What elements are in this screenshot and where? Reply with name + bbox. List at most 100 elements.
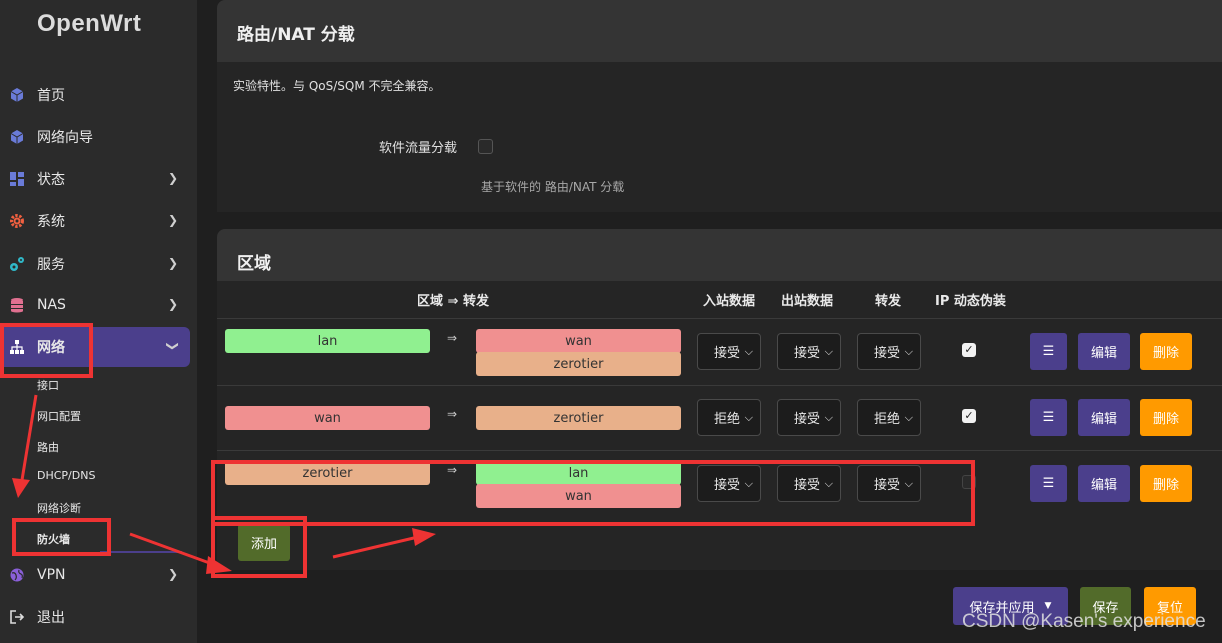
cube-icon [9, 87, 25, 103]
header-output: 出站数据 [781, 294, 834, 309]
software-offload-label: 软件流量分载 [379, 141, 458, 156]
offload-card-header: 路由/NAT 分载 [217, 0, 1222, 62]
forward-policy-select[interactable]: 接受 ⌵ [857, 465, 921, 502]
delete-button[interactable]: 删除 [1140, 465, 1192, 502]
nav-logout[interactable]: 退出 [0, 597, 190, 637]
forward-policy-select[interactable]: 拒绝 ⌵ [857, 399, 921, 436]
chevron-right-icon: ❯ [167, 256, 178, 270]
subnav-dhcp-dns[interactable]: DHCP/DNS [37, 469, 95, 482]
chevron-down-icon: ⌵ [904, 411, 913, 424]
zones-title: 区域 [237, 254, 271, 274]
chevron-down-icon: ⌵ [824, 345, 833, 358]
nav-label: 服务 [37, 257, 65, 273]
menu-button[interactable]: ☰ [1030, 465, 1067, 502]
output-policy-select[interactable]: 接受 ⌵ [777, 333, 841, 370]
chevron-right-icon: ❯ [167, 213, 178, 227]
target-badge-wan: wan [476, 484, 681, 508]
nav-system[interactable]: 系统 ❯ [0, 201, 190, 241]
database-icon [9, 297, 25, 313]
nav-home[interactable]: 首页 [0, 75, 190, 115]
nav-nas[interactable]: NAS ❯ [0, 285, 190, 325]
subnav-firewall[interactable]: 防火墙 [37, 531, 70, 547]
input-policy-select[interactable]: 拒绝 ⌵ [697, 399, 761, 436]
forward-arrow: ⇒ [447, 331, 458, 345]
target-badge-wan: wan [476, 329, 681, 353]
cube-icon [9, 129, 25, 145]
nav-network-wizard[interactable]: 网络向导 [0, 117, 190, 157]
forward-arrow: ⇒ [447, 463, 458, 477]
output-policy-select[interactable]: 接受 ⌵ [777, 399, 841, 436]
output-policy-select[interactable]: 接受 ⌵ [777, 465, 841, 502]
chevron-down-icon: ⌵ [904, 477, 913, 490]
chevron-down-icon: ❯ [165, 340, 180, 352]
delete-button[interactable]: 删除 [1140, 333, 1192, 370]
offload-description: 实验特性。与 QoS/SQM 不完全兼容。 [233, 79, 441, 93]
forward-policy-select[interactable]: 接受 ⌵ [857, 333, 921, 370]
zone-badge-wan: wan [225, 406, 430, 430]
nav-vpn[interactable]: VPN ❯ [0, 555, 190, 595]
forward-arrow: ⇒ [447, 407, 458, 421]
input-policy-select[interactable]: 接受 ⌵ [697, 465, 761, 502]
header-input: 入站数据 [703, 294, 756, 309]
header-forward: 转发 [875, 294, 902, 309]
chevron-down-icon: ⌵ [824, 477, 833, 490]
row-divider [217, 450, 1222, 451]
zone-badge-zerotier: zerotier [225, 461, 430, 485]
nav-network[interactable]: 网络 ❯ [0, 327, 190, 367]
target-badge-lan: lan [476, 461, 681, 485]
edit-button[interactable]: 编辑 [1078, 465, 1130, 502]
edit-button[interactable]: 编辑 [1078, 333, 1130, 370]
openwrt-logo[interactable]: OpenWrt [37, 10, 141, 38]
input-policy-select[interactable]: 接受 ⌵ [697, 333, 761, 370]
subnav-port-config[interactable]: 网口配置 [37, 408, 81, 424]
add-zone-button[interactable]: 添加 [238, 524, 290, 561]
masquerade-checkbox[interactable] [962, 475, 976, 489]
header-divider [217, 318, 1222, 319]
row-divider [217, 385, 1222, 386]
menu-button[interactable]: ☰ [1030, 399, 1067, 436]
nav-label: 退出 [37, 610, 65, 626]
masquerade-checkbox[interactable]: ✓ [962, 409, 976, 423]
chevron-down-icon: ⌵ [744, 411, 753, 424]
sitemap-icon [9, 339, 25, 355]
cogs-icon [9, 256, 25, 272]
chevron-down-icon: ⌵ [824, 411, 833, 424]
menu-button[interactable]: ☰ [1030, 333, 1067, 370]
delete-button[interactable]: 删除 [1140, 399, 1192, 436]
chevron-down-icon: ⌵ [904, 345, 913, 358]
nav-services[interactable]: 服务 ❯ [0, 244, 190, 284]
globe-icon [9, 567, 25, 583]
header-zone-forward: 区域 ⇒ 转发 [417, 294, 489, 309]
csdn-watermark: CSDN @Kasen's experience [962, 611, 1206, 632]
target-badge-zerotier: zerotier [476, 406, 681, 430]
gear-icon [9, 213, 25, 229]
target-badge-zerotier: zerotier [476, 352, 681, 376]
chevron-right-icon: ❯ [167, 567, 178, 581]
nav-label: VPN [37, 567, 66, 583]
nav-label: 状态 [37, 172, 65, 188]
subnav-interfaces[interactable]: 接口 [37, 377, 59, 393]
caret-down-icon: ▼ [1044, 601, 1052, 611]
logout-icon [9, 609, 25, 625]
nav-label: 首页 [37, 88, 65, 104]
edit-button[interactable]: 编辑 [1078, 399, 1130, 436]
chevron-right-icon: ❯ [167, 297, 178, 311]
software-offload-hint: 基于软件的 路由/NAT 分载 [481, 180, 625, 194]
nav-label: 网络向导 [37, 130, 93, 146]
dashboard-icon [9, 171, 25, 187]
nav-status[interactable]: 状态 ❯ [0, 159, 190, 199]
software-offload-checkbox[interactable] [478, 139, 493, 154]
subnav-routes[interactable]: 路由 [37, 439, 59, 455]
active-underline [100, 551, 182, 553]
sidebar: OpenWrt 首页 网络向导 状态 ❯ 系统 ❯ 服务 ❯ NAS ❯ 网络 … [0, 0, 197, 643]
offload-title: 路由/NAT 分载 [237, 25, 355, 45]
zone-badge-lan: lan [225, 329, 430, 353]
subnav-diagnostics[interactable]: 网络诊断 [37, 500, 81, 516]
chevron-down-icon: ⌵ [744, 345, 753, 358]
masquerade-checkbox[interactable]: ✓ [962, 343, 976, 357]
chevron-right-icon: ❯ [167, 171, 178, 185]
nav-label: NAS [37, 297, 66, 313]
header-masquerade: IP 动态伪装 [935, 294, 1006, 309]
nav-label: 系统 [37, 214, 65, 230]
chevron-down-icon: ⌵ [744, 477, 753, 490]
